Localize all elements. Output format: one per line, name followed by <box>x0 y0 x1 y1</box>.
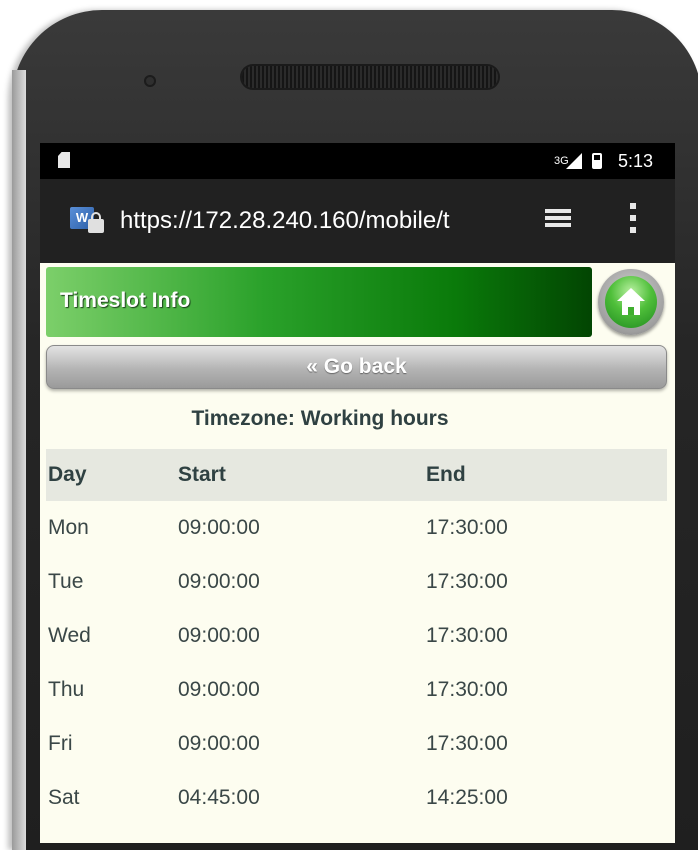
signal-icon <box>566 153 582 169</box>
end-cell: 17:30:00 <box>426 678 508 701</box>
end-cell: 17:30:00 <box>426 732 508 755</box>
table-row: Wed 09:00:00 17:30:00 <box>46 609 667 663</box>
overflow-menu-icon[interactable] <box>630 203 636 237</box>
table-row: Mon 09:00:00 17:30:00 <box>46 501 667 555</box>
end-cell: 17:30:00 <box>426 570 508 593</box>
day-cell: Sat <box>48 786 80 809</box>
timezone-label: Timezone: Working hours <box>191 407 449 430</box>
table-row: Fri 09:00:00 17:30:00 <box>46 717 667 771</box>
day-cell: Thu <box>48 678 85 701</box>
day-cell: Wed <box>48 624 91 647</box>
column-header-start: Start <box>178 449 426 501</box>
home-button[interactable] <box>598 269 664 335</box>
day-cell: Fri <box>48 732 73 755</box>
page-header: Timeslot Info <box>46 267 592 337</box>
day-cell: Tue <box>48 570 84 593</box>
start-cell: 04:45:00 <box>178 786 260 809</box>
home-icon <box>605 276 657 328</box>
url-field[interactable]: https://172.28.240.160/mobile/t <box>120 207 515 235</box>
start-cell: 09:00:00 <box>178 624 260 647</box>
timeslot-table: Day Start End Mon 09:00:00 17:30:00 Tue … <box>46 449 667 825</box>
phone-edge <box>12 70 26 850</box>
start-cell: 09:00:00 <box>178 732 260 755</box>
table-header-row: Day Start End <box>46 449 667 501</box>
start-cell: 09:00:00 <box>178 516 260 539</box>
day-cell: Mon <box>48 516 89 539</box>
end-cell: 17:30:00 <box>426 624 508 647</box>
status-time: 5:13 <box>618 151 654 171</box>
tabs-icon[interactable] <box>545 209 571 231</box>
web-page: Timeslot Info « Go back Timezone: Workin… <box>40 263 675 843</box>
lock-icon <box>88 212 104 233</box>
table-row: Tue 09:00:00 17:30:00 <box>46 555 667 609</box>
device-screen: 3G 5:13 W https://172.28.240.160/mobile/… <box>40 143 675 843</box>
page-title: Timeslot Info <box>60 289 191 312</box>
table-row: Sat 04:45:00 14:25:00 <box>46 771 667 825</box>
table-row: Thu 09:00:00 17:30:00 <box>46 663 667 717</box>
end-cell: 17:30:00 <box>426 516 508 539</box>
speaker-grille <box>242 66 498 88</box>
column-header-day: Day <box>46 449 178 501</box>
start-cell: 09:00:00 <box>178 678 260 701</box>
go-back-button[interactable]: « Go back <box>46 345 667 389</box>
start-cell: 09:00:00 <box>178 570 260 593</box>
end-cell: 14:25:00 <box>426 786 508 809</box>
status-bar: 3G 5:13 <box>40 143 675 179</box>
browser-toolbar: W https://172.28.240.160/mobile/t <box>40 179 675 263</box>
front-camera-icon <box>144 75 156 87</box>
battery-icon <box>592 153 602 169</box>
column-header-end: End <box>426 449 667 501</box>
sd-card-icon <box>58 152 70 168</box>
